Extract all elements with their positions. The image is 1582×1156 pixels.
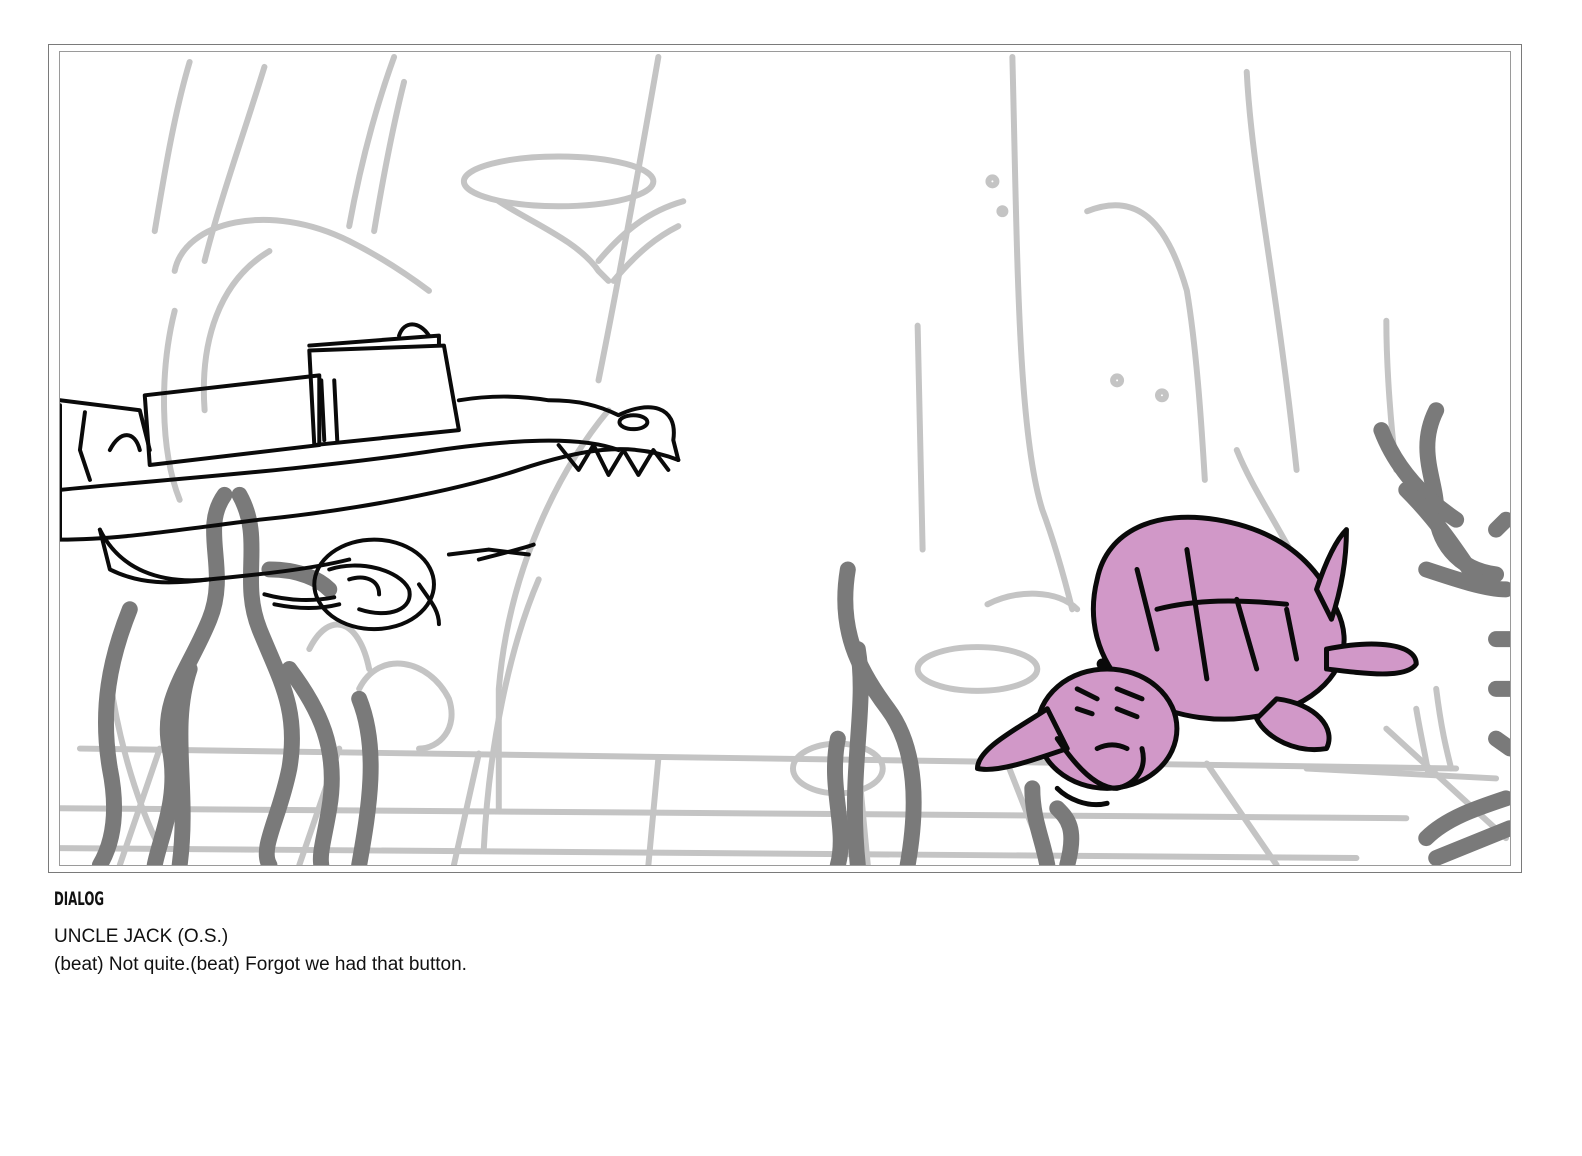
storyboard-sketch [60,53,1510,865]
dialog-heading: DIALOG [54,888,105,910]
storyboard-panel-frame [48,44,1522,873]
dialog-speaker: UNCLE JACK (O.S.) [54,926,229,947]
dialog-line: (beat) Not quite.(beat) Forgot we had th… [54,954,467,975]
crocodile-car-sketch [60,322,681,632]
storyboard-panel [59,51,1511,866]
